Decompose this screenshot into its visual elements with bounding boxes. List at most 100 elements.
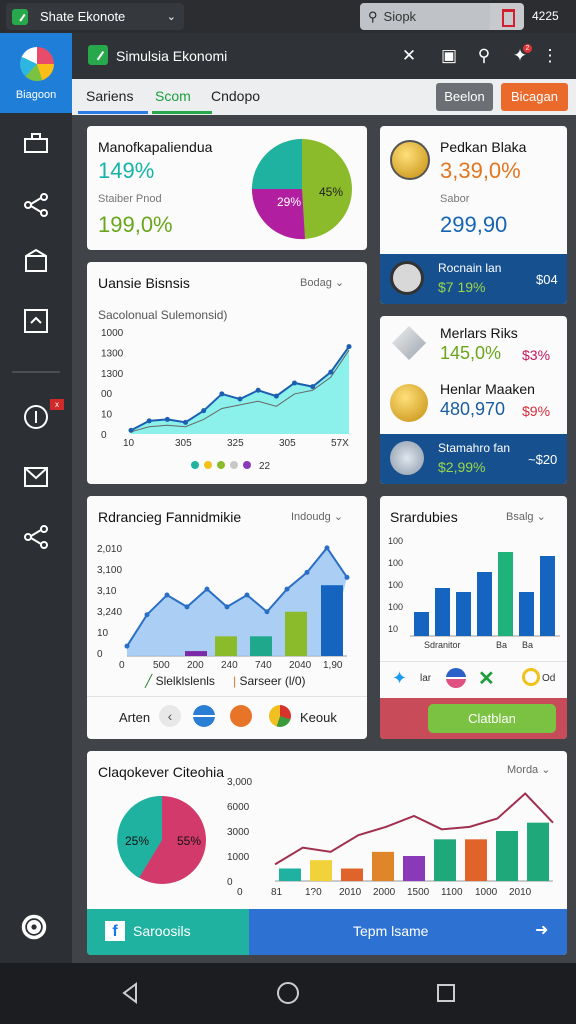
period-dropdown[interactable]: Indoudg ⌄	[291, 510, 343, 523]
tab-title: Shate Ekonote	[40, 9, 126, 24]
search-input[interactable]: ⚲ Siopk	[360, 3, 490, 30]
orange-circle-icon[interactable]	[230, 705, 252, 727]
x-tick-label: 57X	[331, 438, 349, 449]
tab-cndopo[interactable]: Cndopo	[211, 88, 260, 104]
globe-icon[interactable]	[193, 705, 215, 727]
y-tick-label: 100	[388, 536, 403, 546]
circle-icon[interactable]	[522, 668, 540, 686]
chevron-down-icon[interactable]: ⌄	[167, 10, 176, 23]
item-title: Merlars Riks	[440, 325, 518, 341]
bar-chart-card: Srardubies Bsalg ⌄ 100 100 100 100 10 Sdranit…	[380, 496, 567, 739]
period-dropdown[interactable]: Bsalg ⌄	[506, 510, 546, 523]
bar	[279, 868, 301, 881]
mail-icon[interactable]	[22, 463, 50, 491]
data-point	[292, 380, 297, 386]
box-icon[interactable]	[22, 247, 50, 275]
close-icon[interactable]: ✕	[397, 44, 421, 68]
target-icon[interactable]	[20, 913, 52, 945]
back-icon[interactable]	[118, 981, 142, 1005]
bookmark-icon[interactable]	[490, 3, 524, 30]
donut-chart: 25% 55%	[117, 795, 206, 884]
data-point	[164, 592, 170, 598]
info-strip[interactable]: Stamahro fan $2,99% ~$20	[380, 434, 567, 484]
tab-scom[interactable]: Scom	[155, 88, 191, 104]
app-icon	[88, 45, 108, 65]
bar	[496, 831, 518, 881]
legend-dot	[204, 461, 212, 469]
tab-sariens[interactable]: Sariens	[86, 88, 133, 104]
card-title: Pedkan Blaka	[440, 139, 527, 155]
recents-icon[interactable]	[434, 981, 458, 1005]
home-icon[interactable]	[276, 981, 300, 1005]
brand-tile[interactable]: Biagoon	[0, 33, 72, 113]
x-tick-label: 305	[279, 438, 296, 449]
facebook-footer[interactable]: f Saroosils	[87, 909, 249, 955]
x-tick-label: 2010	[509, 887, 532, 898]
share-icon[interactable]	[22, 523, 50, 551]
info-icon[interactable]	[22, 403, 50, 431]
data-point	[346, 344, 352, 350]
y-tick-label: 0	[101, 430, 107, 441]
x-icon[interactable]: ✕	[478, 666, 495, 691]
beelon-button[interactable]: Beelon	[436, 83, 493, 111]
legend-dot	[217, 461, 225, 469]
x-tick-label: 325	[227, 438, 244, 449]
chevron-left-icon[interactable]: ‹	[159, 705, 181, 727]
legend-dot	[191, 461, 199, 469]
bar	[403, 856, 425, 881]
share-icon[interactable]	[22, 191, 50, 219]
kpi-card-4: Merlars Riks 145,0% $3% Henlar Maaken 48…	[380, 316, 567, 484]
window-icon[interactable]: ▣	[437, 44, 461, 68]
x-tick-label: 305	[175, 438, 192, 449]
data-point	[124, 643, 130, 649]
notification-badge: x	[50, 399, 64, 410]
item-title: Henlar Maaken	[440, 381, 535, 397]
browser-tab[interactable]: Shate Ekonote ⌄	[6, 3, 184, 30]
item-value: 480,970	[440, 399, 506, 419]
data-point	[237, 396, 243, 402]
y-tick-label: 100	[388, 580, 403, 590]
legend-marker: |	[233, 674, 237, 688]
data-point	[219, 391, 225, 397]
data-point	[128, 427, 134, 433]
period-dropdown[interactable]: Bodag ⌄	[300, 276, 344, 289]
bar	[250, 636, 272, 656]
bar	[456, 592, 471, 636]
data-point	[264, 609, 270, 615]
social-label: Od	[542, 673, 556, 684]
search-icon[interactable]: ⚲	[472, 44, 496, 68]
twitter-icon[interactable]: ✦	[392, 668, 407, 689]
y-tick-label: 10	[97, 628, 109, 639]
pie-label-2: 45%	[319, 185, 343, 199]
legend-label: 22	[259, 461, 271, 472]
kpi-value: 149%	[98, 158, 155, 183]
data-point	[344, 574, 350, 580]
template-footer[interactable]: Tepm lsame ➜	[249, 909, 567, 955]
clatblan-button[interactable]: Clatblan	[428, 704, 556, 733]
notification-icon[interactable]: ✦ 2	[508, 44, 532, 68]
x-tick-label: 1?0	[305, 887, 322, 898]
x-tick-label: 740	[255, 660, 272, 671]
y-tick-label: 3,10	[97, 586, 117, 597]
strip-value: $2,99%	[438, 459, 486, 475]
search-icon: ⚲	[368, 8, 378, 24]
legend-dot	[230, 461, 238, 469]
image-icon[interactable]	[22, 307, 50, 335]
info-strip[interactable]: Rocnain lan $7 19% $04	[380, 254, 567, 304]
more-icon[interactable]: ⋮	[538, 44, 562, 68]
y-tick-label: 100	[388, 602, 403, 612]
data-point	[255, 387, 261, 393]
arrow-right-icon: ➜	[535, 922, 549, 939]
bicagan-button[interactable]: Bicagan	[501, 83, 568, 111]
y-tick-label: 0	[227, 877, 233, 888]
briefcase-icon[interactable]	[22, 129, 50, 157]
dropdown-label: Indoudg	[291, 511, 331, 523]
bar-chart: 100 100 100 100 10 Sdranitor Ba Ba	[388, 536, 560, 650]
data-point	[224, 604, 230, 610]
bar-line-chart: 3,000 6000 3000 1000 00 81 1?0 2010 2000 1500 1100…	[227, 777, 554, 898]
strip-label: Rocnain lan	[438, 261, 502, 275]
kpi-card-2: Pedkan Blaka 3,39,0% Sabor 299,90 Rocnai…	[380, 126, 567, 304]
globe-icon[interactable]	[446, 668, 466, 688]
x-tick-label: 0	[237, 887, 243, 898]
pie-icon[interactable]	[269, 705, 291, 727]
